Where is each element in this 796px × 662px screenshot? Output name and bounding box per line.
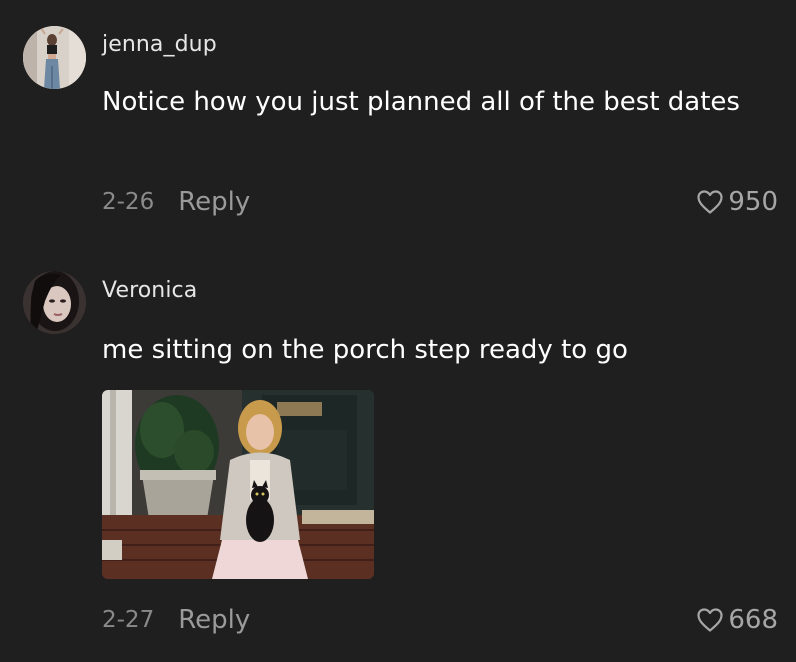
avatar[interactable] [23,271,86,334]
comment-text: Notice how you just planned all of the b… [102,87,740,117]
gif-image [102,390,374,579]
avatar-image [23,271,86,334]
like-button[interactable]: 950 [696,185,778,219]
comment-meta: 2-27 Reply [102,603,250,637]
comment-item: Veronica me sitting on the porch step re… [0,250,796,662]
heart-icon [697,190,723,214]
like-count: 950 [728,187,778,217]
comment-meta: 2-26 Reply [102,185,250,219]
comment-date: 2-26 [102,189,155,215]
comment-item: jenna_dup Notice how you just planned al… [0,0,796,250]
comment-gif[interactable] [102,390,374,579]
comment-date: 2-27 [102,607,155,633]
heart-icon [697,608,723,632]
comment-text: me sitting on the porch step ready to go [102,335,628,365]
username[interactable]: Veronica [102,278,197,303]
avatar[interactable] [23,26,86,89]
like-count: 668 [728,605,778,635]
username[interactable]: jenna_dup [102,32,217,57]
like-button[interactable]: 668 [696,603,778,637]
reply-button[interactable]: Reply [178,187,250,217]
avatar-image [23,26,86,89]
reply-button[interactable]: Reply [178,605,250,635]
